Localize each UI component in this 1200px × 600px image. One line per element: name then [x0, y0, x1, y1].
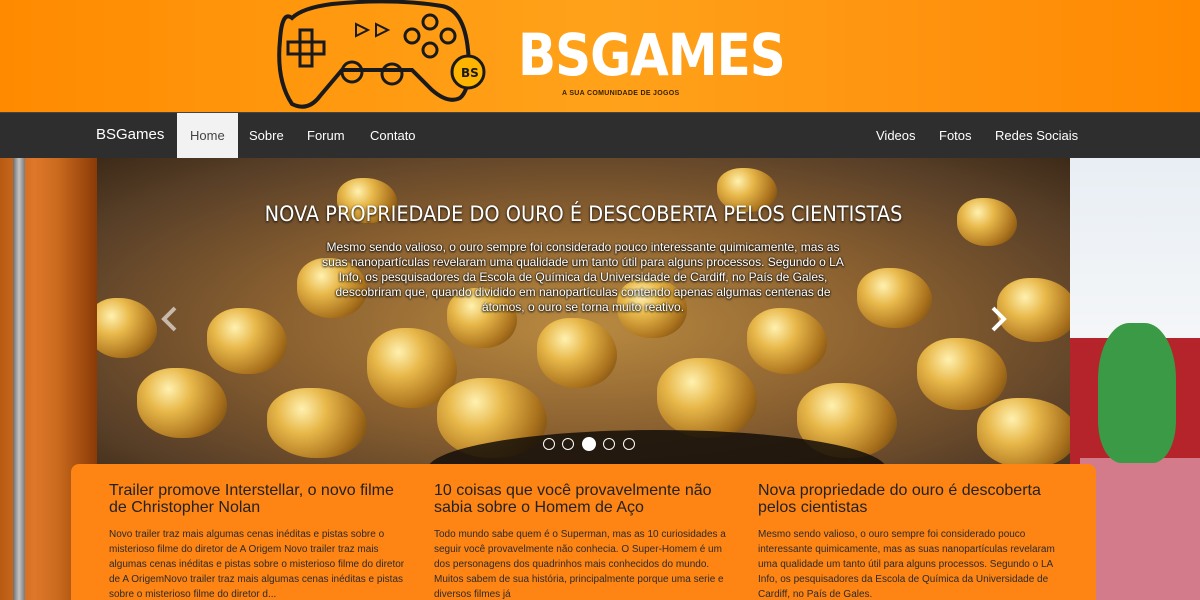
nav-item-fotos[interactable]: Fotos — [926, 113, 985, 158]
article-card: Nova propriedade do ouro é descoberta pe… — [758, 482, 1058, 600]
chevron-right-icon — [991, 306, 1007, 332]
carousel-next-button[interactable] — [985, 304, 1011, 334]
article-card: 10 coisas que você provavelmente não sab… — [434, 482, 734, 600]
article-title-link[interactable]: 10 coisas que você provavelmente não sab… — [434, 482, 734, 516]
gold-nugget — [137, 368, 227, 438]
carousel-indicator-3[interactable] — [581, 436, 596, 451]
carousel-caption-text: Mesmo sendo valioso, o ouro sempre foi c… — [322, 240, 844, 314]
article-title-link[interactable]: Trailer promove Interstellar, o novo fil… — [109, 482, 409, 516]
site-tagline: A SUA COMUNIDADE DE JOGOS — [562, 90, 680, 97]
nav-item-redes-sociais[interactable]: Redes Sociais — [982, 113, 1091, 158]
carousel-prev-button[interactable] — [157, 304, 183, 334]
carousel-indicators — [543, 435, 638, 451]
nav-item-sobre[interactable]: Sobre — [236, 113, 297, 158]
article-excerpt: Todo mundo sabe quem é o Superman, mas a… — [434, 529, 726, 600]
gold-nugget — [97, 298, 157, 358]
article-title-link[interactable]: Nova propriedade do ouro é descoberta pe… — [758, 482, 1058, 516]
nav-item-contato[interactable]: Contato — [357, 113, 429, 158]
gold-nugget — [537, 318, 617, 388]
article-excerpt: Novo trailer traz mais algumas cenas iné… — [109, 529, 405, 600]
nav-item-videos[interactable]: Videos — [863, 113, 929, 158]
header-banner: BS BSGAMES A SUA COMUNIDADE DE JOGOS — [0, 0, 1200, 112]
article-excerpt: Mesmo sendo valioso, o ouro sempre foi c… — [758, 529, 1055, 600]
gold-nugget — [267, 388, 367, 458]
navbar-brand[interactable]: BSGames — [96, 126, 164, 143]
carousel-indicator-2[interactable] — [562, 437, 575, 450]
gold-nugget — [747, 308, 827, 374]
nav-item-forum[interactable]: Forum — [294, 113, 358, 158]
background-shop-window — [1080, 458, 1200, 600]
gold-nugget — [917, 338, 1007, 410]
svg-text:BS: BS — [461, 66, 479, 80]
background-statue — [1098, 323, 1176, 463]
gold-nugget — [657, 358, 757, 438]
carousel-indicator-1[interactable] — [543, 437, 555, 450]
gold-nugget — [857, 268, 932, 328]
carousel-caption-title: NOVA PROPRIEDADE DO OURO É DESCOBERTA PE… — [264, 202, 903, 226]
carousel-indicator-4[interactable] — [603, 437, 616, 450]
gamepad-logo-icon: BS — [277, 0, 486, 109]
nav-item-home[interactable]: Home — [177, 113, 238, 158]
gold-nugget — [977, 398, 1070, 464]
gold-nugget — [207, 308, 287, 374]
article-card: Trailer promove Interstellar, o novo fil… — [109, 482, 409, 600]
background-pole — [13, 158, 25, 600]
carousel-indicator-5[interactable] — [622, 437, 635, 450]
chevron-left-icon — [161, 306, 177, 332]
hero-carousel: NOVA PROPRIEDADE DO OURO É DESCOBERTA PE… — [97, 158, 1070, 464]
articles-section: Trailer promove Interstellar, o novo fil… — [71, 464, 1096, 600]
main-navbar: BSGames Home Sobre Forum Contato Videos … — [0, 112, 1200, 158]
site-logo-text: BSGAMES — [518, 22, 786, 89]
